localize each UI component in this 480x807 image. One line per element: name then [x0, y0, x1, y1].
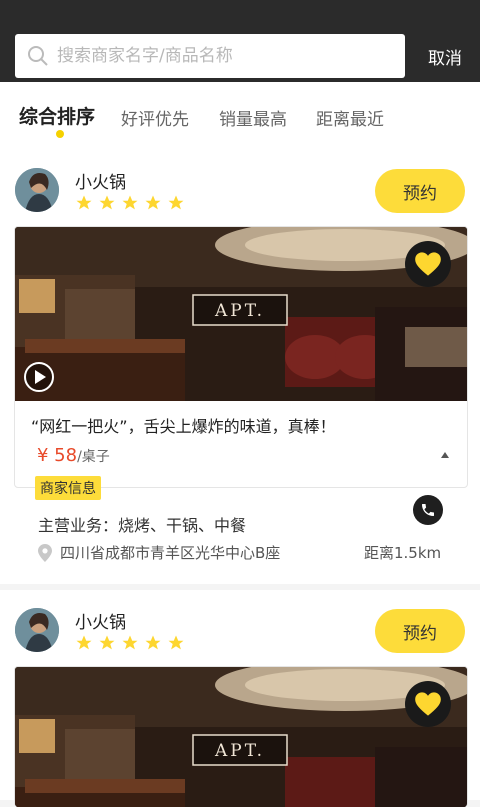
star-icon — [76, 195, 92, 210]
star-icon — [76, 635, 92, 650]
reserve-button[interactable]: 预约 — [375, 169, 465, 213]
restaurant-photo[interactable]: APT. — [15, 227, 467, 401]
search-input[interactable] — [55, 45, 379, 67]
top-bar: 取消 — [0, 0, 480, 82]
star-icon — [168, 635, 184, 650]
main-business: 主营业务：烧烤、干锅、中餐 — [38, 516, 247, 535]
avatar — [15, 608, 59, 652]
heart-icon — [415, 692, 441, 716]
favorite-button[interactable] — [405, 681, 451, 727]
restaurant-sign-text: APT. — [214, 301, 265, 321]
location-pin-icon — [38, 543, 52, 562]
phone-icon — [422, 504, 434, 516]
price: ¥ 58/桌子 — [37, 445, 110, 466]
search-icon — [28, 46, 48, 66]
shop-photo-panel[interactable]: APT. — [14, 666, 468, 807]
address-row: 四川省成都市青羊区光华中心B座 — [38, 542, 280, 563]
star-icon — [122, 195, 138, 210]
star-icon — [122, 635, 138, 650]
reserve-button[interactable]: 预约 — [375, 609, 465, 653]
active-tab-indicator — [56, 130, 64, 138]
shop-name: 小火锅 — [75, 613, 126, 633]
rating-stars — [75, 634, 185, 652]
collapse-arrow-icon[interactable] — [441, 452, 449, 458]
star-icon — [145, 635, 161, 650]
shop-tagline: “网红一把火”，舌尖上爆炸的味道，真棒！ — [31, 417, 336, 436]
rating-stars — [75, 194, 185, 212]
star-icon — [99, 195, 115, 210]
search-box[interactable] — [15, 34, 405, 78]
shop-name: 小火锅 — [75, 173, 126, 193]
tab-rating[interactable]: 好评优先 — [121, 105, 189, 130]
tab-sales[interactable]: 销量最高 — [219, 105, 287, 130]
price-unit: /桌子 — [77, 449, 110, 465]
shop-card[interactable]: 小火锅 预约 APT. “网红一把火”，舌尖上爆炸的味道，真棒！ ¥ 58/桌子… — [0, 150, 480, 584]
cancel-button[interactable]: 取消 — [428, 44, 462, 69]
play-video-icon[interactable] — [23, 361, 55, 393]
star-icon — [99, 635, 115, 650]
tab-comprehensive[interactable]: 综合排序 — [19, 102, 95, 129]
price-value: ¥ 58 — [37, 445, 78, 466]
favorite-button[interactable] — [405, 241, 451, 287]
sort-tabs: 综合排序 好评优先 销量最高 距离最近 — [0, 82, 480, 151]
star-icon — [145, 195, 161, 210]
shop-photo-panel[interactable]: APT. “网红一把火”，舌尖上爆炸的味道，真棒！ ¥ 58/桌子 — [14, 226, 468, 488]
restaurant-sign-text: APT. — [214, 741, 265, 761]
address-text: 四川省成都市青羊区光华中心B座 — [60, 544, 281, 562]
avatar — [15, 168, 59, 212]
heart-icon — [415, 252, 441, 276]
shop-card[interactable]: 小火锅 预约 APT. — [0, 590, 480, 807]
restaurant-photo[interactable]: APT. — [15, 667, 467, 807]
star-icon — [168, 195, 184, 210]
phone-button[interactable] — [413, 495, 443, 525]
shop-info-badge: 商家信息 — [35, 476, 101, 500]
distance-text: 距离1.5km — [364, 544, 442, 562]
tab-distance[interactable]: 距离最近 — [316, 105, 384, 130]
